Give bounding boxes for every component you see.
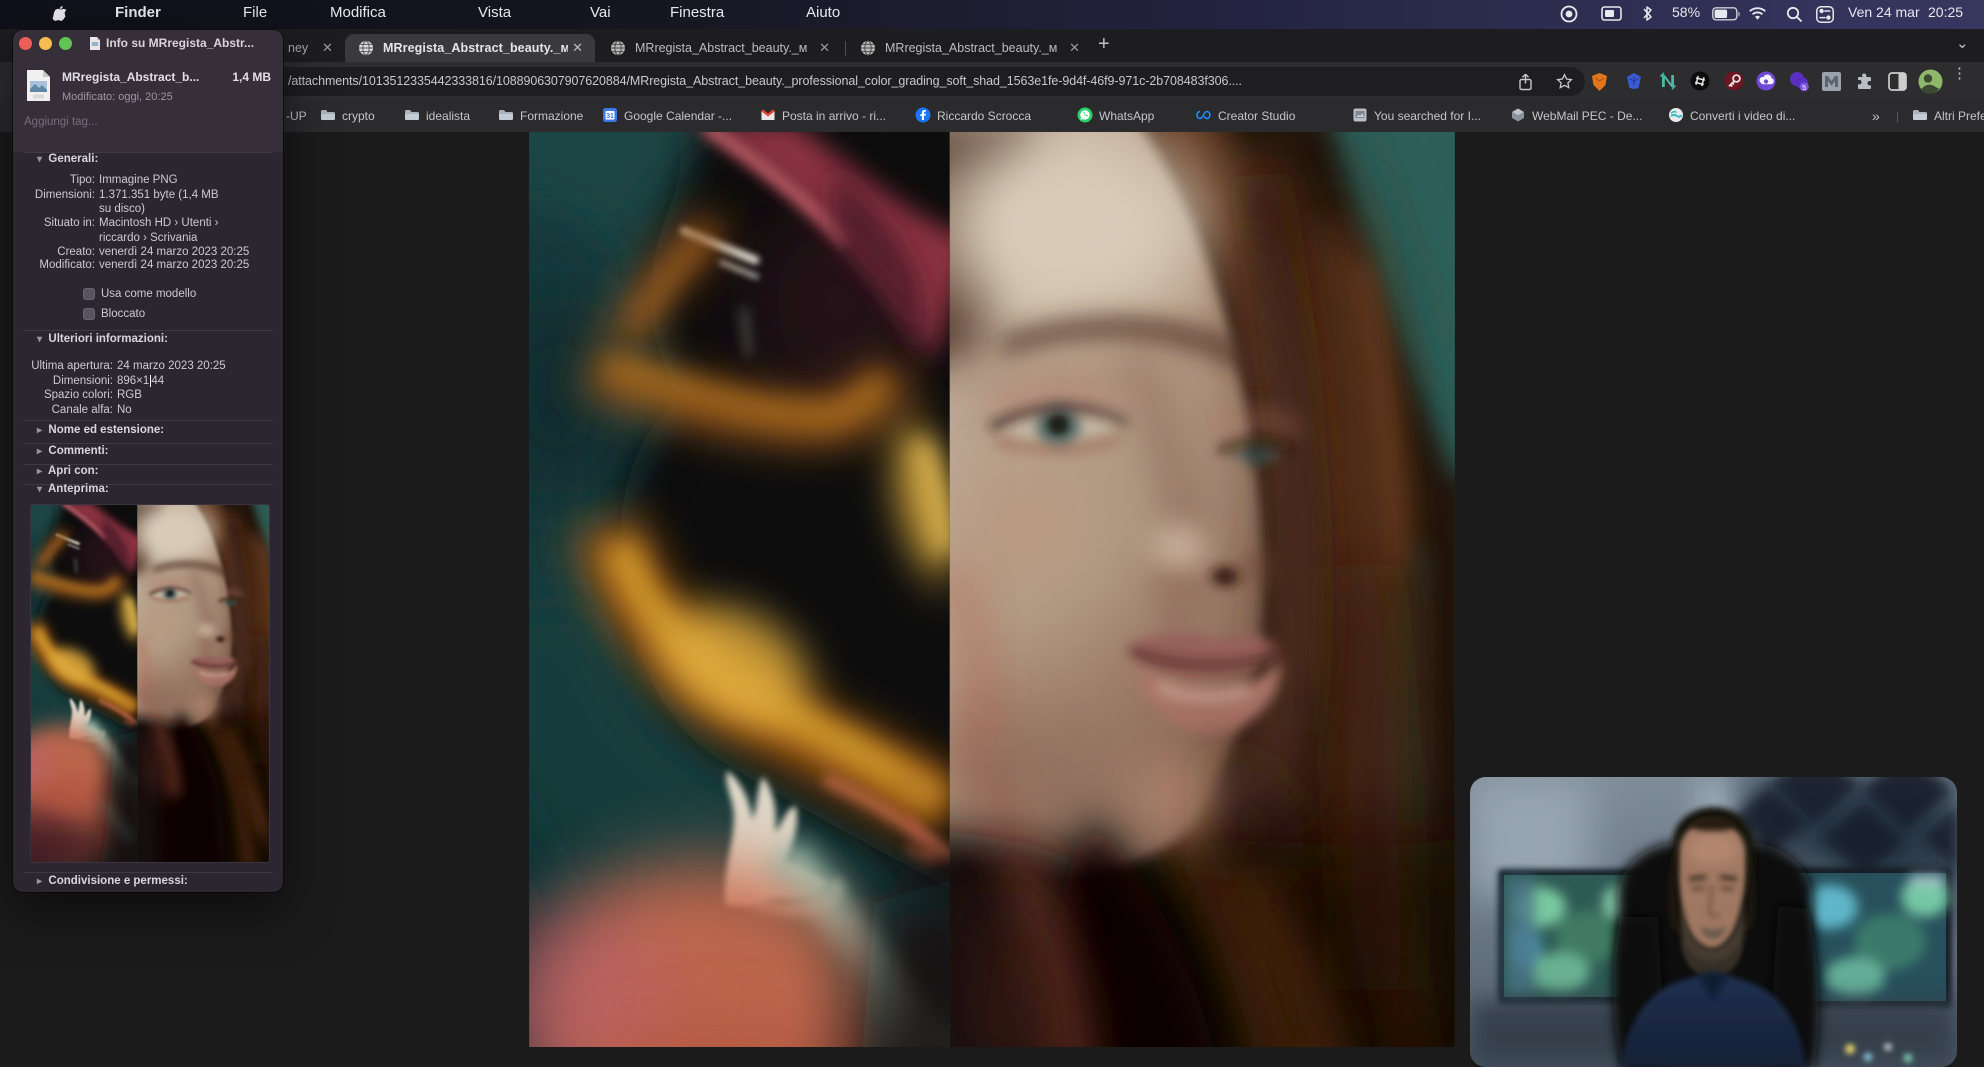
svg-text:5: 5 bbox=[1802, 83, 1806, 92]
svg-text:31: 31 bbox=[606, 113, 614, 120]
